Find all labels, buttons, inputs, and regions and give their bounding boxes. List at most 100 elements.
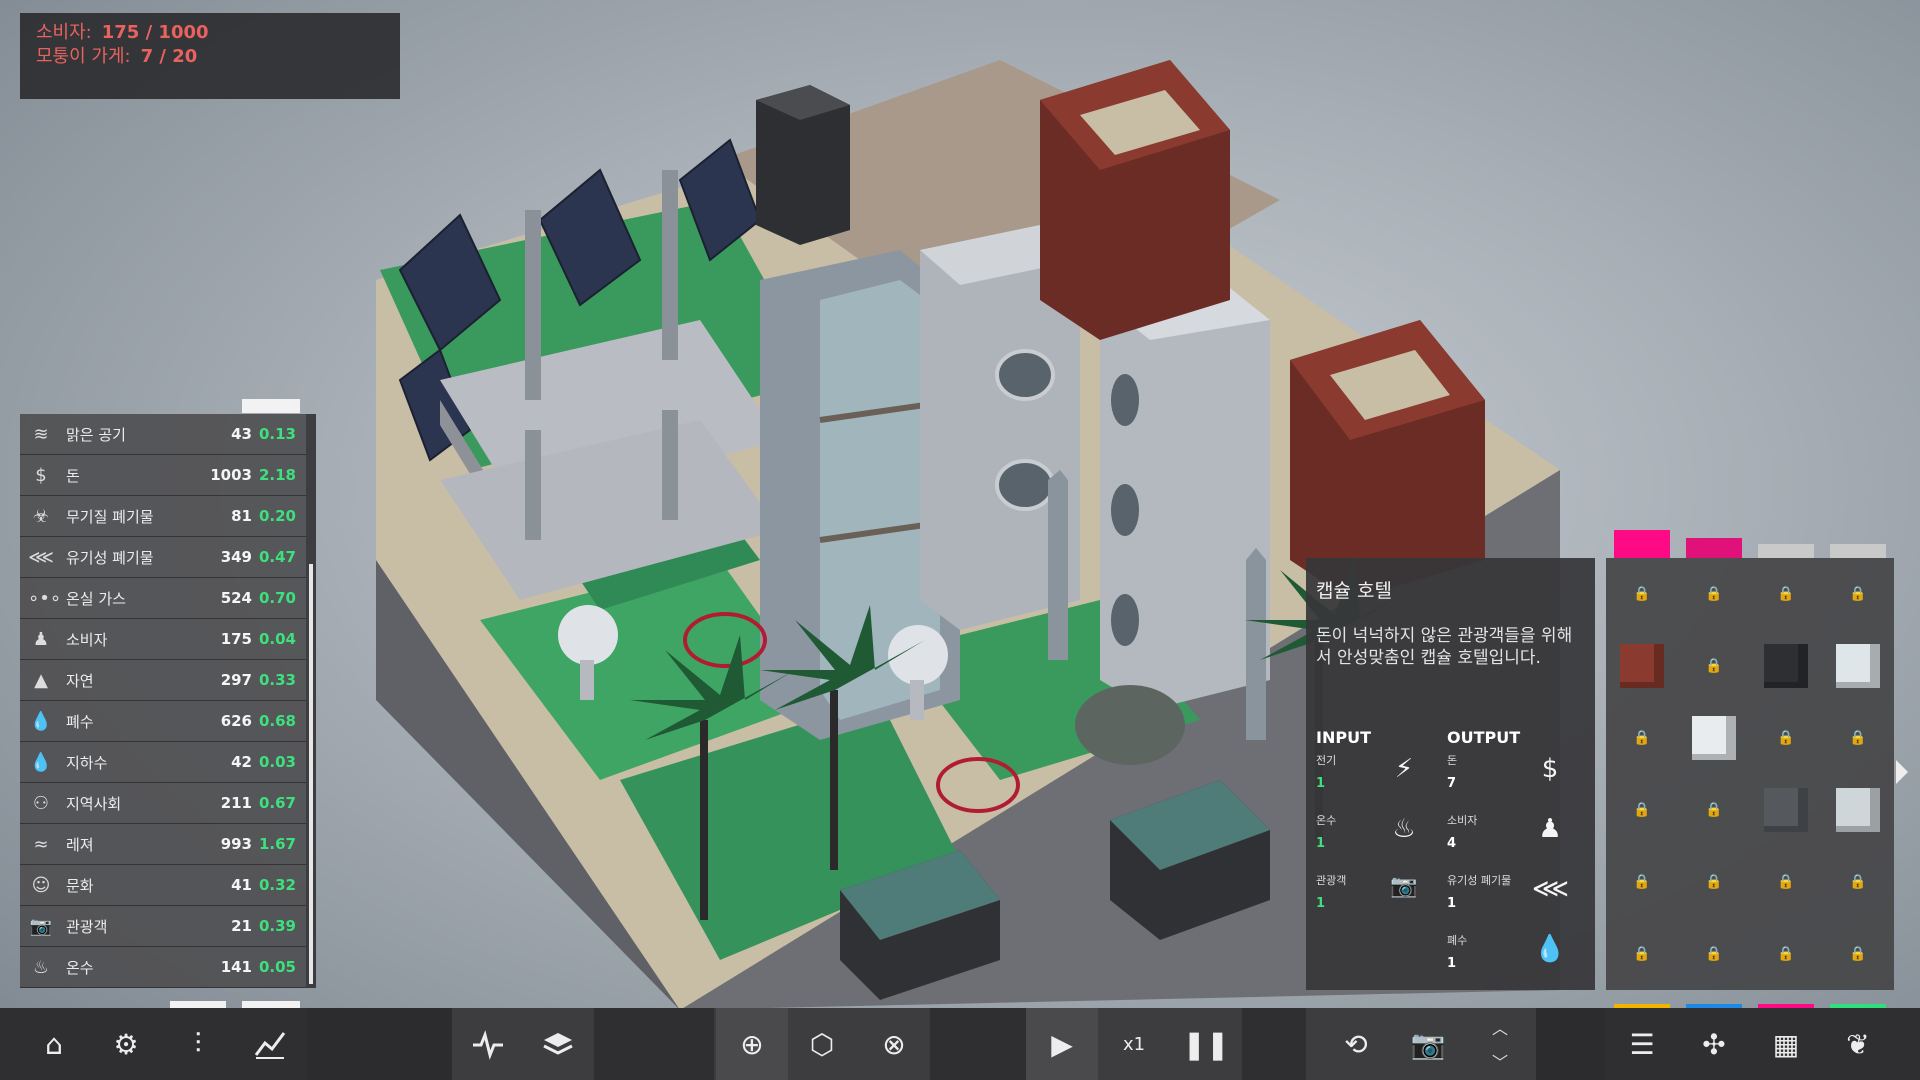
resource-name: 자연 (66, 671, 94, 690)
resource-delta: 0.33 (258, 671, 296, 689)
locked-slot[interactable]: 🔒 (1750, 702, 1822, 774)
resource-panel-tab-bottom-right[interactable] (242, 1001, 300, 1008)
resource-panel-tab[interactable] (242, 399, 300, 413)
resource-row[interactable]: ▲ 자연 297 0.33 (20, 660, 306, 701)
resource-row[interactable]: ∘•∘ 온실 가스 524 0.70 (20, 578, 306, 619)
resource-row[interactable]: ≈ 레져 993 1.67 (20, 824, 306, 865)
locked-slot[interactable]: 🔒 (1606, 846, 1678, 918)
locked-slot[interactable]: 🔒 (1678, 846, 1750, 918)
lock-icon: 🔒 (1633, 802, 1651, 818)
locked-slot[interactable]: 🔒 (1678, 918, 1750, 990)
resource-row[interactable]: ☺ 문화 41 0.32 (20, 865, 306, 906)
resource-value: 141 (220, 958, 252, 976)
chevron-down-icon[interactable]: ﹀ (1464, 1046, 1536, 1076)
shadow-module-thumb[interactable] (1750, 774, 1822, 846)
home-icon[interactable]: ⌂ (18, 1008, 90, 1080)
resource-row[interactable]: ≋ 맑은 공기 43 0.13 (20, 414, 306, 455)
bench-icon[interactable]: ☰ (1606, 1008, 1678, 1080)
resource-row[interactable]: ⚇ 지역사회 211 0.67 (20, 783, 306, 824)
lock-icon: 🔒 (1633, 730, 1651, 746)
fishbone-icon: ⋘ (28, 546, 54, 568)
building-thumbnail (1764, 788, 1808, 832)
scrollbar-thumb[interactable] (309, 564, 313, 984)
biohazard-icon: ☣ (32, 505, 50, 527)
rotate-camera-icon[interactable]: ⟲ (1320, 1008, 1392, 1080)
leaf-icon[interactable]: ❦ (1822, 1008, 1894, 1080)
input-name: 온수 (1316, 814, 1337, 827)
building-thumbnail (1764, 644, 1808, 688)
locked-slot[interactable]: 🔒 (1822, 558, 1894, 630)
category-tab[interactable] (1758, 544, 1814, 558)
resource-delta: 0.20 (258, 507, 296, 525)
sliders-icon[interactable]: ⫶ (162, 1008, 234, 1080)
resource-scrollbar[interactable] (306, 414, 316, 988)
pause-button[interactable]: ❚❚ (1170, 1008, 1242, 1080)
bottom-toolbar: ⌂ ⚙ ⫶ ⊕ ⬡ ⊗ ▶ x1 ❚❚ ⟲ 📷 ︿ ﹀ ☰ ✣ ▦ ❦ (0, 1008, 1920, 1080)
category-tab[interactable] (1830, 544, 1886, 558)
resource-row[interactable]: $ 돈 1003 2.18 (20, 455, 306, 496)
palette-next-arrow-icon[interactable] (1896, 760, 1908, 784)
hot-spring-icon: ♨ (32, 956, 50, 978)
locked-slot[interactable]: 🔒 (1822, 846, 1894, 918)
corner-shop-value: 7 / 20 (140, 46, 198, 67)
white-module-thumb[interactable] (1678, 702, 1750, 774)
input-name: 전기 (1316, 754, 1337, 767)
line-chart-icon[interactable] (234, 1008, 306, 1080)
resource-panel-tab-bottom-left[interactable] (170, 1001, 226, 1008)
rotate-building-icon[interactable]: ⬡ (786, 1008, 858, 1080)
locked-slot[interactable]: 🔒 (1822, 702, 1894, 774)
category-tab[interactable] (1614, 530, 1670, 558)
glass-module-thumb[interactable] (1822, 630, 1894, 702)
play-button[interactable]: ▶ (1026, 1008, 1098, 1080)
resource-name: 관광객 (66, 917, 108, 936)
category-tab[interactable] (1686, 538, 1742, 558)
locked-slot[interactable]: 🔒 (1678, 630, 1750, 702)
consumer-icon: ♟ (1538, 814, 1562, 844)
resource-row[interactable]: ⋘ 유기성 폐기물 349 0.47 (20, 537, 306, 578)
stacked-module-thumb[interactable] (1822, 774, 1894, 846)
resource-delta: 2.18 (258, 466, 296, 484)
locked-slot[interactable]: 🔒 (1678, 558, 1750, 630)
output-name: 소비자 (1447, 814, 1478, 827)
resource-row[interactable]: 💧 폐수 626 0.68 (20, 701, 306, 742)
locked-slot[interactable]: 🔒 (1822, 918, 1894, 990)
resource-name: 유기성 폐기물 (66, 548, 154, 567)
layers-icon[interactable] (522, 1008, 594, 1080)
resource-value: 297 (220, 671, 252, 689)
locked-slot[interactable]: 🔒 (1606, 918, 1678, 990)
speed-button[interactable]: x1 (1098, 1008, 1170, 1080)
resource-value: 993 (220, 835, 252, 853)
locked-slot[interactable]: 🔒 (1750, 846, 1822, 918)
community-icon: ⚇ (32, 792, 50, 814)
resource-delta: 1.67 (258, 835, 296, 853)
camera-icon[interactable]: 📷 (1392, 1008, 1464, 1080)
resource-name: 폐수 (66, 712, 94, 731)
locked-slot[interactable]: 🔒 (1606, 774, 1678, 846)
lock-icon: 🔒 (1705, 946, 1723, 962)
locked-slot[interactable]: 🔒 (1678, 774, 1750, 846)
lock-icon: 🔒 (1705, 586, 1723, 602)
building-palette: 🔒 🔒 🔒 🔒 🔒 🔒 🔒 🔒 🔒 🔒 🔒 🔒 🔒 🔒 🔒 🔒 🔒 🔒 (1606, 558, 1894, 990)
resource-name: 레져 (66, 835, 94, 854)
fishbone-icon: ⋘ (1532, 874, 1569, 904)
population-counters: 소비자: 175 / 1000 모퉁이 가게: 7 / 20 (20, 13, 400, 99)
settings-gear-icon[interactable]: ⚙ (90, 1008, 162, 1080)
building-icon[interactable]: ▦ (1750, 1008, 1822, 1080)
chevron-up-icon[interactable]: ︿ (1464, 1012, 1536, 1042)
dark-cube-thumb[interactable] (1750, 630, 1822, 702)
locked-slot[interactable]: 🔒 (1750, 558, 1822, 630)
wind-turbine-icon[interactable]: ✣ (1678, 1008, 1750, 1080)
add-building-icon[interactable]: ⊕ (716, 1008, 788, 1080)
locked-slot[interactable]: 🔒 (1750, 918, 1822, 990)
resource-row[interactable]: ♨ 온수 141 0.05 (20, 947, 306, 988)
resource-row[interactable]: 📷 관광객 21 0.39 (20, 906, 306, 947)
locked-slot[interactable]: 🔒 (1606, 558, 1678, 630)
resource-row[interactable]: 💧 지하수 42 0.03 (20, 742, 306, 783)
pulse-icon[interactable] (452, 1008, 524, 1080)
delete-building-icon[interactable]: ⊗ (858, 1008, 930, 1080)
resource-name: 온수 (66, 958, 94, 977)
locked-slot[interactable]: 🔒 (1606, 702, 1678, 774)
brick-building-thumb[interactable] (1606, 630, 1678, 702)
resource-row[interactable]: ♟ 소비자 175 0.04 (20, 619, 306, 660)
resource-row[interactable]: ☣ 무기질 폐기물 81 0.20 (20, 496, 306, 537)
